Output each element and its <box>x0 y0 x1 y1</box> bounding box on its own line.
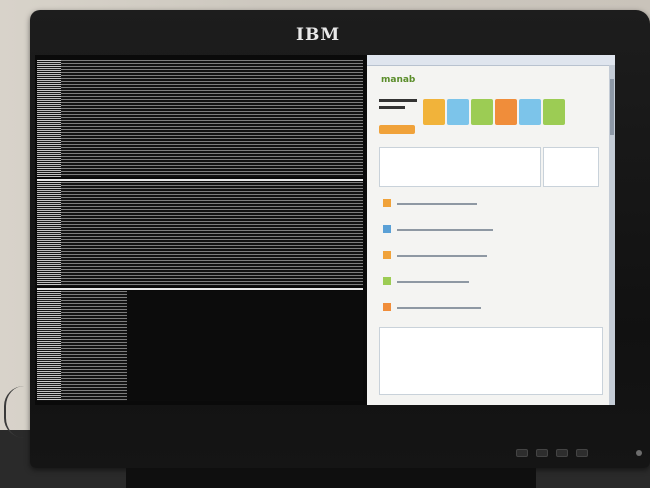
text-line <box>397 281 469 283</box>
hero-tile[interactable] <box>447 99 469 125</box>
browser-toolbar[interactable] <box>367 55 615 66</box>
hero-tile[interactable] <box>471 99 493 125</box>
terminal-lines <box>37 60 363 177</box>
category-icon <box>383 199 391 207</box>
site-logo[interactable]: manab <box>381 75 415 85</box>
terminal-pane-top <box>37 60 363 177</box>
category-icon <box>383 251 391 259</box>
hero-tile[interactable] <box>519 99 541 125</box>
terminal-pane-bottom <box>37 291 363 401</box>
browser-scrollbar[interactable] <box>609 65 615 405</box>
monitor-button[interactable] <box>516 449 528 457</box>
scrollbar-thumb[interactable] <box>610 79 614 135</box>
screen: manab <box>35 55 615 405</box>
monitor-logo: IBM <box>296 25 341 45</box>
pane-divider <box>37 288 363 290</box>
monitor-stand <box>126 468 536 488</box>
hero-tile[interactable] <box>543 99 565 125</box>
monitor-button[interactable] <box>556 449 568 457</box>
monitor-button[interactable] <box>536 449 548 457</box>
terminal-gutter <box>37 182 61 286</box>
category-icon <box>383 277 391 285</box>
text-line <box>397 307 481 309</box>
category-icon <box>383 225 391 233</box>
monitor-buttons <box>516 446 616 458</box>
power-icon[interactable] <box>636 450 642 456</box>
terminal-lines <box>37 182 363 286</box>
text-line <box>397 229 493 231</box>
terminal-gutter <box>37 291 61 401</box>
category-icon <box>383 303 391 311</box>
text-line <box>397 203 477 205</box>
terminal-pane-middle <box>37 182 363 286</box>
browser-window: manab <box>367 55 615 405</box>
text-line <box>397 255 487 257</box>
side-panel <box>543 147 599 187</box>
pane-divider <box>37 179 363 181</box>
content-panel <box>379 147 541 187</box>
terminal-gutter <box>37 60 61 177</box>
hero-tile[interactable] <box>423 99 445 125</box>
cta-button[interactable] <box>379 125 415 134</box>
monitor: IBM manab <box>30 10 650 468</box>
footer-panel <box>379 327 603 395</box>
monitor-button[interactable] <box>576 449 588 457</box>
hero-tile[interactable] <box>495 99 517 125</box>
hero-headline-block <box>379 99 417 109</box>
terminal-window <box>35 55 365 405</box>
